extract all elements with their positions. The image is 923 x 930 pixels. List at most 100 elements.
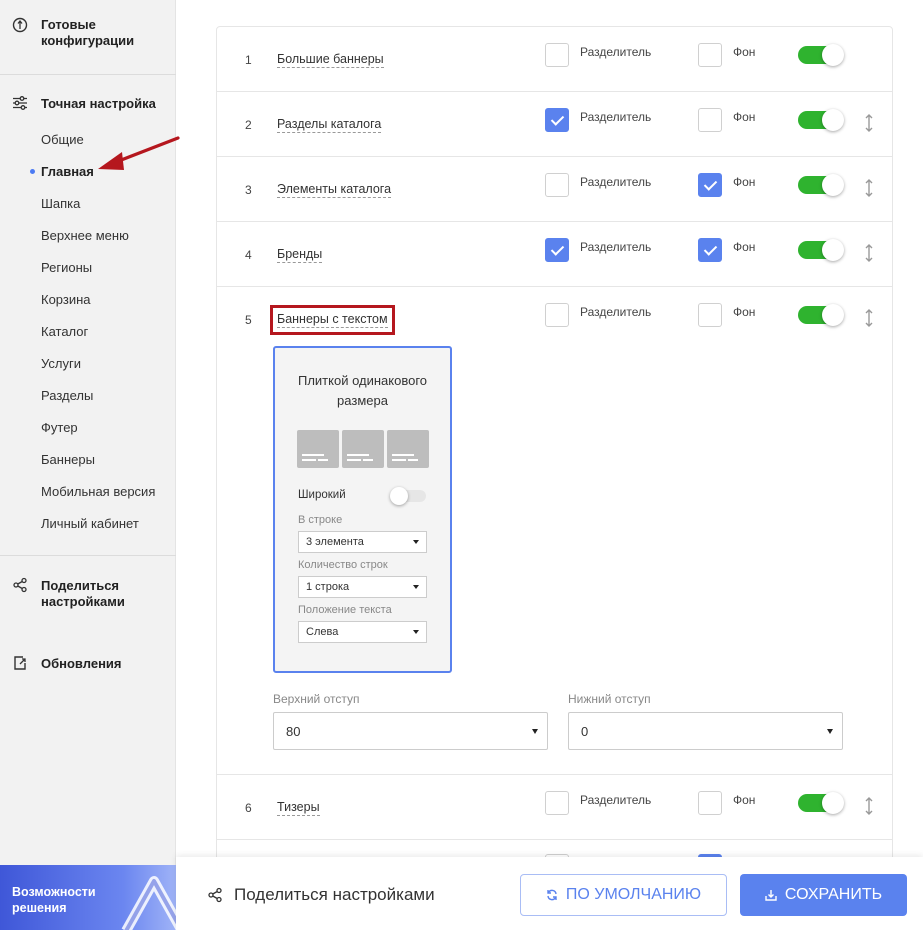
sidebar-item-top-menu[interactable]: Верхнее меню: [41, 228, 129, 244]
sidebar-fine-tuning[interactable]: Точная настройка: [41, 96, 156, 112]
separator-label: Разделитель: [580, 793, 652, 807]
top-padding-select[interactable]: 80: [273, 712, 548, 750]
aspro-logo-icon: [121, 876, 176, 930]
sidebar-item-banners[interactable]: Баннеры: [41, 452, 95, 468]
row-number: 4: [245, 248, 252, 262]
rows-count-value: 1 строка: [306, 581, 350, 593]
save-button[interactable]: СОХРАНИТЬ: [740, 874, 907, 916]
background-checkbox[interactable]: [698, 173, 722, 197]
row-number: 5: [245, 313, 252, 327]
row-name[interactable]: Разделы каталога: [277, 117, 382, 133]
separator-label: Разделитель: [580, 175, 652, 189]
red-arrow-annotation: [98, 136, 180, 170]
sidebar-item-cart[interactable]: Корзина: [41, 292, 91, 308]
sidebar-updates[interactable]: Обновления: [41, 656, 122, 672]
list-item: 6 Тизеры Разделитель Фон: [217, 775, 892, 840]
drag-handle-icon[interactable]: [863, 178, 875, 198]
sidebar-item-regions[interactable]: Регионы: [41, 260, 92, 276]
background-checkbox[interactable]: [698, 303, 722, 327]
caret-down-icon: [532, 729, 538, 734]
wide-label: Широкий: [298, 489, 346, 501]
background-checkbox[interactable]: [698, 43, 722, 67]
background-checkbox[interactable]: [698, 238, 722, 262]
row-name[interactable]: Бренды: [277, 247, 323, 263]
separator-checkbox[interactable]: [545, 791, 569, 815]
drag-handle-icon[interactable]: [863, 243, 875, 263]
per-row-label: В строке: [298, 514, 343, 526]
sidebar-item-general[interactable]: Общие: [41, 132, 84, 148]
sidebar-item-services[interactable]: Услуги: [41, 356, 81, 372]
sidebar-share-settings[interactable]: Поделиться настройками: [41, 578, 151, 610]
sidebar-item-mobile[interactable]: Мобильная версия: [41, 484, 155, 500]
text-position-value: Слева: [306, 626, 339, 638]
promo-text: Возможности решения: [12, 885, 96, 915]
reset-default-button[interactable]: ПО УМОЛЧАНИЮ: [520, 874, 727, 916]
text-position-select[interactable]: Слева: [298, 621, 427, 643]
row-name[interactable]: Элементы каталога: [277, 182, 392, 198]
drag-handle-icon[interactable]: [863, 796, 875, 816]
promo-banner[interactable]: Возможности решения: [0, 865, 176, 930]
caret-down-icon: [413, 630, 419, 634]
configurations-icon: [12, 17, 28, 33]
sidebar-item-account[interactable]: Личный кабинет: [41, 516, 139, 532]
bottom-action-bar: Поделиться настройками ПО УМОЛЧАНИЮ СОХР…: [176, 857, 923, 930]
list-item: 3 Элементы каталога Разделитель Фон: [217, 157, 892, 222]
separator-checkbox[interactable]: [545, 303, 569, 327]
share-icon: [13, 577, 27, 593]
background-checkbox[interactable]: [698, 108, 722, 132]
enabled-toggle[interactable]: [798, 174, 844, 196]
row-number: 1: [245, 53, 252, 67]
sidebar-divider: [0, 74, 176, 75]
enabled-toggle[interactable]: [798, 304, 844, 326]
sidebar-item-header[interactable]: Шапка: [41, 196, 80, 212]
enabled-toggle[interactable]: [798, 109, 844, 131]
sidebar-item-main[interactable]: Главная: [41, 164, 94, 180]
caret-down-icon: [827, 729, 833, 734]
sidebar-item-catalog[interactable]: Каталог: [41, 324, 88, 340]
row-name-highlighted[interactable]: Баннеры с текстом: [270, 305, 395, 335]
per-row-select[interactable]: 3 элемента: [298, 531, 427, 553]
share-settings-link[interactable]: Поделиться настройками: [234, 885, 435, 905]
drag-handle-icon[interactable]: [863, 113, 875, 133]
per-row-value: 3 элемента: [306, 536, 364, 548]
sidebar-item-footer[interactable]: Футер: [41, 420, 78, 436]
sidebar-item-sections[interactable]: Разделы: [41, 388, 93, 404]
background-label: Фон: [733, 240, 756, 254]
separator-checkbox[interactable]: [545, 173, 569, 197]
separator-checkbox[interactable]: [545, 108, 569, 132]
list-item: 1 Большие баннеры Разделитель Фон: [217, 27, 892, 92]
background-label: Фон: [733, 793, 756, 807]
row-name[interactable]: Тизеры: [277, 800, 320, 816]
sidebar-divider: [0, 555, 176, 556]
wide-toggle[interactable]: [390, 487, 426, 505]
enabled-toggle[interactable]: [798, 44, 844, 66]
blocks-list: 1 Большие баннеры Разделитель Фон 2 Разд…: [216, 26, 893, 881]
background-checkbox[interactable]: [698, 791, 722, 815]
rows-count-select[interactable]: 1 строка: [298, 576, 427, 598]
separator-label: Разделитель: [580, 45, 652, 59]
active-indicator: [30, 169, 35, 174]
bottom-padding-label: Нижний отступ: [568, 692, 651, 706]
bottom-padding-value: 0: [581, 724, 589, 739]
top-padding-value: 80: [286, 724, 301, 739]
background-label: Фон: [733, 45, 756, 59]
layout-option-card[interactable]: Плиткой одинакового размера Широкий В ст…: [273, 346, 452, 673]
save-icon: [765, 890, 777, 901]
card-title: Плиткой одинакового размера: [297, 373, 428, 408]
separator-label: Разделитель: [580, 240, 652, 254]
caret-down-icon: [413, 585, 419, 589]
enabled-toggle[interactable]: [798, 239, 844, 261]
enabled-toggle[interactable]: [798, 792, 844, 814]
sidebar-ready-configs[interactable]: Готовые конфигурации: [41, 17, 161, 49]
separator-checkbox[interactable]: [545, 43, 569, 67]
bottom-padding-select[interactable]: 0: [568, 712, 843, 750]
row-name[interactable]: Большие баннеры: [277, 52, 384, 68]
refresh-icon: [547, 889, 557, 901]
text-position-label: Положение текста: [298, 604, 392, 616]
separator-checkbox[interactable]: [545, 238, 569, 262]
rows-count-label: Количество строк: [298, 559, 388, 571]
tile-preview: [387, 430, 429, 468]
background-label: Фон: [733, 305, 756, 319]
tile-preview: [342, 430, 384, 468]
drag-handle-icon[interactable]: [863, 308, 875, 328]
